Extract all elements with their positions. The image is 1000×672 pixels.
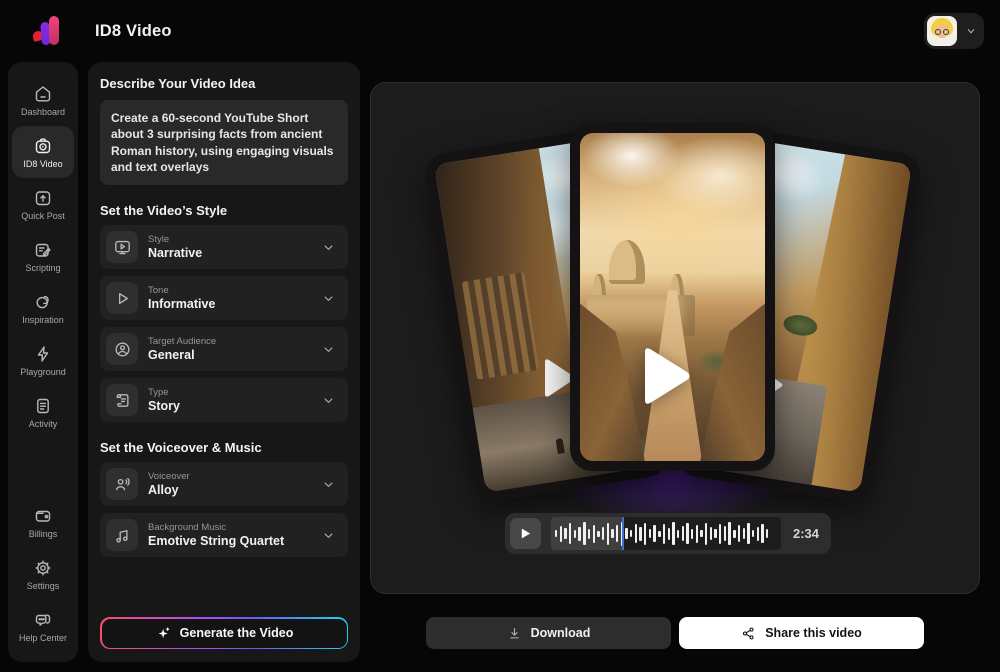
field-label: Voiceover (148, 471, 311, 482)
audio-player: 2:34 (505, 513, 831, 554)
sidebar-item-help-center[interactable]: Help Center (12, 600, 74, 652)
field-value: General (148, 348, 311, 362)
generate-video-button[interactable]: Generate the Video (100, 617, 348, 649)
journal-icon (33, 396, 53, 416)
sidebar-item-id8-video[interactable]: ID8 Video (12, 126, 74, 178)
app-window: ID8 Video Dashboard ID8 Video (0, 0, 1000, 672)
page-title: ID8 Video (95, 22, 172, 41)
waveform-bars (551, 517, 781, 550)
download-icon (507, 626, 522, 641)
share-icon (741, 626, 756, 641)
field-value: Informative (148, 297, 311, 311)
user-circle-icon (106, 333, 138, 365)
sidebar-item-settings[interactable]: Settings (12, 548, 74, 600)
download-button[interactable]: Download (426, 617, 671, 649)
sidebar-item-scripting[interactable]: Scripting (12, 230, 74, 282)
field-label: Style (148, 234, 311, 245)
video-preview-panel: 2:34 (370, 82, 980, 594)
sidebar-item-dashboard[interactable]: Dashboard (12, 74, 74, 126)
audio-play-button[interactable] (510, 518, 541, 549)
playhead (622, 517, 624, 550)
field-value: Emotive String Quartet (148, 534, 311, 548)
sidebar-item-playground[interactable]: Playground (12, 334, 74, 386)
actions-row: Download Share this video (370, 617, 980, 649)
monitor-play-icon (106, 231, 138, 263)
sidebar: Dashboard ID8 Video Quick Post Scripting (8, 62, 78, 662)
chevron-down-icon (321, 528, 336, 543)
top-header: ID8 Video (0, 0, 1000, 62)
video-card-center[interactable] (570, 123, 775, 471)
composer-panel: Describe Your Video Idea Create a 60-sec… (88, 62, 360, 662)
play-button[interactable] (639, 343, 693, 409)
idea-heading: Describe Your Video Idea (100, 76, 348, 91)
field-value: Alloy (148, 483, 311, 497)
upload-box-icon (33, 188, 53, 208)
chevron-down-icon (321, 342, 336, 357)
field-label: Target Audience (148, 336, 311, 347)
style-dropdown[interactable]: Style Narrative (100, 225, 348, 269)
sidebar-item-billings[interactable]: Billings (12, 496, 74, 548)
sidebar-item-quick-post[interactable]: Quick Post (12, 178, 74, 230)
music-note-icon (106, 519, 138, 551)
sidebar-item-inspiration[interactable]: Inspiration (12, 282, 74, 334)
chevron-down-icon (321, 240, 336, 255)
chevron-down-icon (321, 291, 336, 306)
home-icon (33, 84, 53, 104)
sparkle-icon (155, 625, 172, 642)
type-dropdown[interactable]: Type Story (100, 378, 348, 422)
share-button[interactable]: Share this video (679, 617, 924, 649)
field-value: Story (148, 399, 311, 413)
sidebar-item-activity[interactable]: Activity (12, 386, 74, 438)
app-logo-icon (33, 15, 67, 47)
bolt-icon (33, 344, 53, 364)
chat-icon (33, 610, 53, 630)
target-audience-dropdown[interactable]: Target Audience General (100, 327, 348, 371)
chevron-down-icon (961, 24, 981, 38)
field-label: Tone (148, 285, 311, 296)
preview-column: 2:34 Download Share this video (370, 62, 980, 662)
field-value: Narrative (148, 246, 311, 260)
background-music-dropdown[interactable]: Background Music Emotive String Quartet (100, 513, 348, 557)
voice-section-heading: Set the Voiceover & Music (100, 440, 348, 455)
scroll-icon (106, 384, 138, 416)
generate-button-label: Generate the Video (180, 626, 294, 640)
chevron-down-icon (321, 477, 336, 492)
user-menu[interactable] (924, 13, 984, 49)
field-label: Background Music (148, 522, 311, 533)
voiceover-dropdown[interactable]: Voiceover Alloy (100, 462, 348, 506)
style-section-heading: Set the Video’s Style (100, 203, 348, 218)
avatar[interactable] (927, 16, 957, 46)
wallet-icon (33, 506, 53, 526)
play-icon (519, 527, 532, 540)
note-pen-icon (33, 240, 53, 260)
field-label: Type (148, 387, 311, 398)
gear-icon (33, 558, 53, 578)
idea-input[interactable]: Create a 60-second YouTube Short about 3… (100, 100, 348, 185)
chevron-down-icon (321, 393, 336, 408)
roman-basilica-image (580, 133, 765, 461)
play-outline-icon (106, 282, 138, 314)
voice-icon (106, 468, 138, 500)
tone-dropdown[interactable]: Tone Informative (100, 276, 348, 320)
loop-icon (33, 292, 53, 312)
duration-label: 2:34 (791, 526, 826, 541)
waveform-scrubber[interactable] (551, 517, 781, 550)
video-box-icon (33, 136, 53, 156)
